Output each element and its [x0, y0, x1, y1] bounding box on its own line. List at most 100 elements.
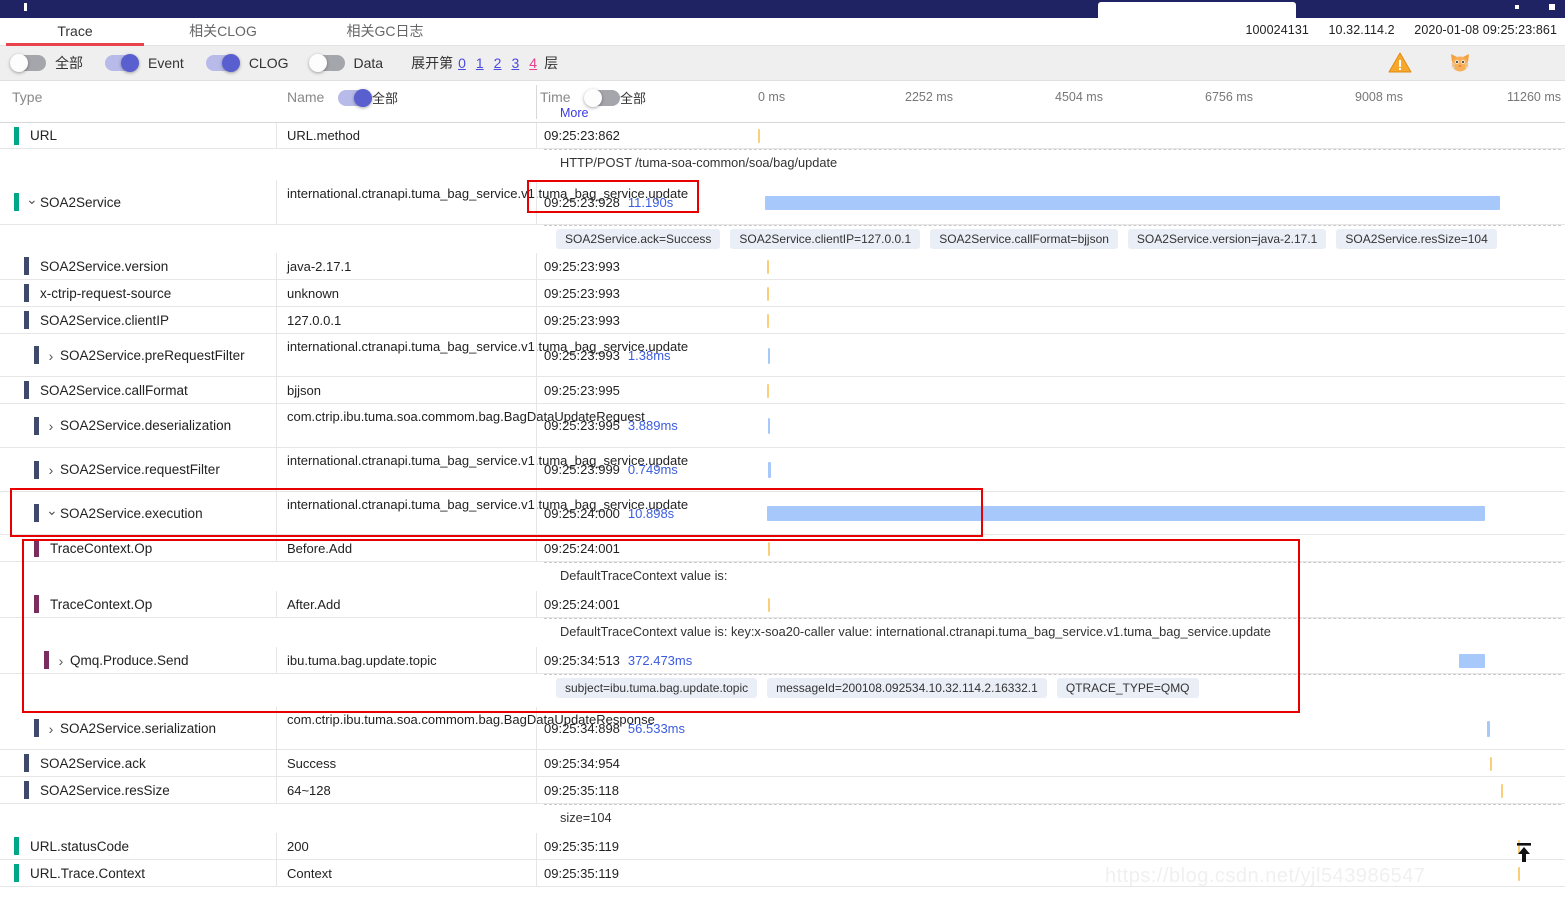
- table-row[interactable]: › SOA2Service.preRequestFilter internation…: [0, 334, 1565, 377]
- expand-level-4[interactable]: 4: [529, 55, 537, 71]
- tab-related-clog[interactable]: 相关CLOG: [158, 18, 288, 46]
- filter-toggle-event[interactable]: Event: [105, 54, 184, 72]
- toggle-switch-data[interactable]: [308, 54, 345, 72]
- detail-chip[interactable]: SOA2Service.version=java-2.17.1: [1127, 229, 1327, 249]
- time-column-divider: [536, 180, 537, 224]
- row-value: unknown: [287, 285, 340, 301]
- time-filter-toggle[interactable]: 全部: [584, 88, 646, 107]
- chevron-right-icon[interactable]: ›: [46, 721, 56, 737]
- table-row[interactable]: SOA2Service.clientIP 127.0.0.1 09:25:23:99…: [0, 307, 1565, 334]
- more-link[interactable]: More: [560, 106, 588, 120]
- table-row[interactable]: SOA2Service.resSize 64~128 09:25:35:118: [0, 777, 1565, 804]
- topbar-icon-left[interactable]: [24, 3, 27, 11]
- detail-chip[interactable]: QTRACE_TYPE=QMQ: [1056, 678, 1199, 698]
- timeline-bar[interactable]: [767, 286, 769, 301]
- expand-level-3[interactable]: 3: [511, 55, 519, 71]
- filter-toggle-all[interactable]: 全部: [10, 53, 83, 73]
- time-column-divider: [536, 777, 537, 803]
- tab-trace[interactable]: Trace: [6, 18, 144, 46]
- filter-toggle-clog[interactable]: CLOG: [205, 54, 289, 72]
- timeline-bar[interactable]: [767, 313, 769, 328]
- toggle-switch-event[interactable]: [105, 54, 139, 72]
- time-column-divider: [536, 448, 537, 491]
- filter-toggle-data[interactable]: Data: [308, 54, 383, 72]
- detail-chip[interactable]: SOA2Service.resSize=104: [1336, 229, 1497, 249]
- timeline-bar[interactable]: [767, 383, 769, 398]
- timeline-bar[interactable]: [767, 506, 1485, 521]
- table-row[interactable]: › SOA2Service.serialization com.ctrip.ibu.…: [0, 707, 1565, 750]
- name-column-divider: [276, 591, 277, 617]
- table-row[interactable]: URL URL.method 09:25:23:862: [0, 123, 1565, 149]
- chevron-right-icon[interactable]: ›: [46, 418, 56, 434]
- timeline-bar[interactable]: [768, 418, 770, 434]
- scroll-to-top-icon[interactable]: [1511, 840, 1537, 866]
- time-column-divider: [536, 535, 537, 561]
- expand-level-0[interactable]: 0: [458, 55, 466, 71]
- chevron-down-icon[interactable]: ⌄: [26, 191, 38, 208]
- name-column-divider: [276, 253, 277, 279]
- row-time: 09:25:35:119: [544, 865, 619, 881]
- time-column-divider: [536, 492, 537, 534]
- detail-chip[interactable]: SOA2Service.ack=Success: [556, 229, 721, 249]
- timeline-bar[interactable]: [1459, 653, 1485, 668]
- row-type-color-bar: [44, 651, 49, 669]
- topbar-icon-right-2[interactable]: [1515, 5, 1519, 9]
- table-row[interactable]: SOA2Service.version java-2.17.1 09:25:23:9…: [0, 253, 1565, 280]
- chevron-right-icon[interactable]: ›: [56, 653, 66, 669]
- timeline-bar[interactable]: [765, 195, 1500, 210]
- row-value: Before.Add: [287, 540, 353, 556]
- tab-related-gc-log[interactable]: 相关GC日志: [320, 18, 450, 46]
- table-row[interactable]: TraceContext.Op After.Add 09:25:24:001: [0, 591, 1565, 618]
- row-detail-chips: subject=ibu.tuma.bag.update.topic message…: [544, 675, 1561, 701]
- row-value: international.ctranapi.tuma_bag_service.…: [287, 185, 689, 201]
- table-row[interactable]: › Qmq.Produce.Send ibu.tuma.bag.update.top…: [0, 647, 1565, 674]
- toggle-switch-name[interactable]: [338, 88, 372, 107]
- name-filter-toggle[interactable]: 全部: [338, 88, 398, 107]
- row-duration: 0.749ms: [627, 462, 678, 477]
- toggle-switch-time[interactable]: [584, 88, 620, 107]
- table-row[interactable]: URL.statusCode 200 09:25:35:119: [0, 833, 1565, 860]
- table-row[interactable]: SOA2Service.callFormat bjjson 09:25:23:995: [0, 377, 1565, 404]
- table-row[interactable]: ⌄ SOA2Service international.ctranapi.tuma_…: [0, 180, 1565, 225]
- chevron-right-icon[interactable]: ›: [46, 348, 56, 364]
- expand-suffix-label: 层: [544, 55, 559, 71]
- timeline-bar[interactable]: [1487, 720, 1490, 737]
- row-type-color-bar: [34, 595, 39, 613]
- filter-bar: 全部 Event CLOG Data 展开第 0 1 2 3 4 层: [0, 46, 1565, 81]
- name-column-divider: [276, 535, 277, 561]
- timeline-bar[interactable]: [1501, 783, 1503, 798]
- toggle-switch-clog[interactable]: [205, 54, 240, 72]
- topbar-icon-right[interactable]: [1549, 4, 1555, 10]
- timeline-bar[interactable]: [1490, 756, 1492, 771]
- row-type-color-bar: [24, 781, 29, 799]
- expand-level-1[interactable]: 1: [476, 55, 484, 71]
- table-row[interactable]: SOA2Service.ack Success 09:25:34:954: [0, 750, 1565, 777]
- filter-label-event: Event: [148, 55, 184, 71]
- row-time: 09:25:23:928 11.190s: [544, 194, 674, 210]
- detail-chip[interactable]: SOA2Service.callFormat=bjjson: [930, 229, 1118, 249]
- warning-triangle-icon[interactable]: [1387, 50, 1413, 76]
- timeline-bar[interactable]: [767, 259, 769, 274]
- timeline-bar[interactable]: [768, 597, 770, 612]
- table-row[interactable]: ⌄ SOA2Service.execution international.ctra…: [0, 492, 1565, 535]
- chevron-right-icon[interactable]: ›: [46, 462, 56, 478]
- table-row[interactable]: › SOA2Service.requestFilter international.…: [0, 448, 1565, 492]
- timeline-bar[interactable]: [768, 462, 771, 478]
- timeline-bar[interactable]: [768, 347, 770, 364]
- cat-face-icon[interactable]: [1447, 50, 1473, 76]
- timeline-bar[interactable]: [1518, 866, 1520, 881]
- detail-chip[interactable]: subject=ibu.tuma.bag.update.topic: [556, 678, 758, 698]
- timeline-bar[interactable]: [758, 129, 760, 143]
- chevron-down-icon[interactable]: ⌄: [46, 502, 58, 519]
- row-name: SOA2Service.resSize: [40, 782, 170, 798]
- expand-level-2[interactable]: 2: [494, 55, 502, 71]
- detail-chip[interactable]: messageId=200108.092534.10.32.114.2.1633…: [767, 678, 1047, 698]
- table-row[interactable]: TraceContext.Op Before.Add 09:25:24:001: [0, 535, 1565, 562]
- detail-chip[interactable]: SOA2Service.clientIP=127.0.0.1: [730, 229, 921, 249]
- toggle-switch-all[interactable]: [10, 54, 46, 72]
- timeline-bar[interactable]: [768, 541, 770, 556]
- expand-prefix-label: 展开第: [411, 55, 454, 71]
- table-row[interactable]: › SOA2Service.deserialization com.ctrip.ib…: [0, 404, 1565, 448]
- name-column-divider: [276, 750, 277, 776]
- table-row[interactable]: x-ctrip-request-source unknown 09:25:23:99…: [0, 280, 1565, 307]
